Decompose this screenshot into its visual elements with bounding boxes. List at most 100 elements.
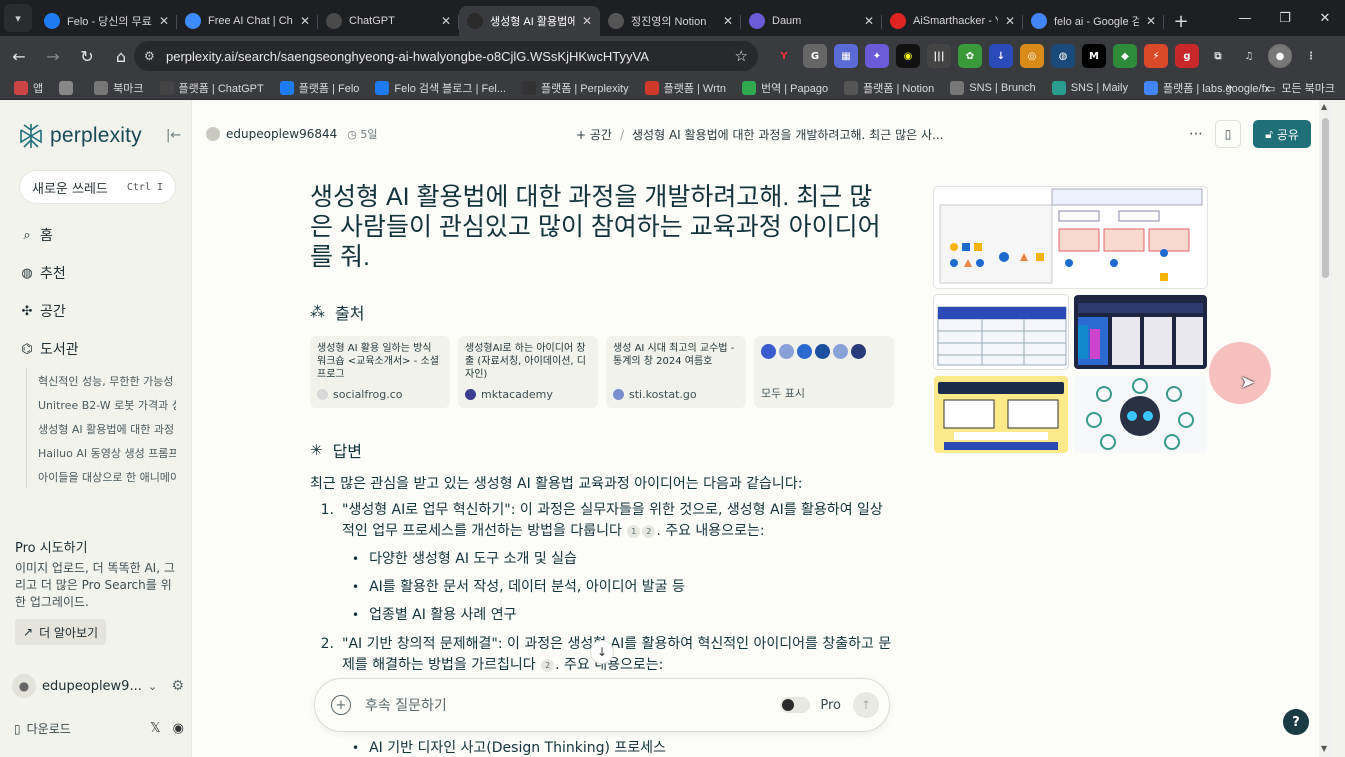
bookmark-item[interactable]: 플랫폼 | labs.google/fx [1143,80,1270,96]
bookmark-button[interactable]: ▯ [1215,120,1241,148]
browser-tab[interactable]: felo ai - Google 검 ✕ [1023,6,1164,36]
result-image[interactable] [1074,376,1207,453]
extension-icon[interactable]: ◎ [1020,44,1044,68]
bookmark-item[interactable]: SNS | Maily [1051,80,1128,96]
sidebar-item-home[interactable]: ⌕ 홈 [20,225,53,245]
extension-icon[interactable]: ◍ [1051,44,1075,68]
download-link[interactable]: 다운로드 [27,720,71,737]
bookmark-item[interactable]: SNS | Brunch [950,80,1036,96]
new-tab-button[interactable]: + [1166,6,1196,36]
profile-avatar[interactable]: ● [1268,44,1292,68]
site-info-icon[interactable]: ⚙ [144,49,166,63]
bookmark-item[interactable] [59,80,78,96]
source-card[interactable]: 생성 AI 시대 최고의 교수법 - 통계의 창 2024 여름호 sti.ko… [606,336,746,408]
browser-tab[interactable]: 정진영의 Notion ✕ [600,6,741,36]
add-attachment-icon[interactable]: + [331,695,351,715]
x-icon[interactable]: 𝕏 [150,721,160,736]
extension-icon[interactable]: ◉ [896,44,920,68]
extension-icon[interactable]: g [1175,44,1199,68]
back-button[interactable]: ← [4,41,34,71]
extension-icon[interactable]: ||| [927,44,951,68]
extension-icon[interactable]: M [1082,44,1106,68]
extension-icon[interactable]: G [803,44,827,68]
extension-icon[interactable]: ✿ [958,44,982,68]
extension-icon[interactable]: ◆ [1113,44,1137,68]
perplexity-logo[interactable]: perplexity [18,122,142,150]
close-tab-icon[interactable]: ✕ [441,14,451,28]
extension-icon[interactable]: Y [772,44,796,68]
puzzle-icon[interactable]: ⧉ [1206,44,1230,68]
scroll-down-arrow[interactable]: ▼ [1321,744,1327,753]
bookmark-item[interactable]: 번역 | Papago [741,80,828,96]
new-thread-button[interactable]: 새로운 쓰레드 Ctrl I [20,171,175,203]
source-card[interactable]: 생성형 AI 활용 일하는 방식 워크숍 <교육소개서> - 소셜프로그 soc… [310,336,450,408]
scroll-up-arrow[interactable]: ▲ [1321,102,1327,111]
bookmark-item[interactable]: 플랫폼 | ChatGPT [159,80,264,96]
add-to-space-button[interactable]: + 공간 [576,126,612,143]
restore-button[interactable]: ❐ [1265,6,1305,30]
bookmark-item[interactable]: 앱 [14,80,43,96]
sidebar-item-library[interactable]: ⌬ 도서관 [20,339,78,359]
followup-input[interactable]: 후속 질문하기 [365,695,780,715]
close-tab-icon[interactable]: ✕ [864,14,874,28]
home-button[interactable]: ⌂ [106,41,136,71]
close-tab-icon[interactable]: ✕ [159,14,169,28]
bookmark-item[interactable]: 플랫폼 | Felo [279,80,359,96]
show-all-sources-button[interactable]: 모두 표시 [754,336,894,408]
gear-icon[interactable]: ⚙ [171,678,184,694]
extension-icon[interactable]: ↓ [989,44,1013,68]
send-button[interactable]: ↑ [853,692,879,718]
bookmark-item[interactable]: 북마크 [94,80,144,96]
media-icon[interactable]: ♫ [1237,44,1261,68]
bookmark-item[interactable]: 플랫폼 | Wrtn [644,80,726,96]
close-tab-icon[interactable]: ✕ [723,14,733,28]
browser-tab[interactable]: ChatGPT ✕ [318,6,459,36]
browser-tab[interactable]: Free AI Chat | Cha ✕ [177,6,318,36]
bookmark-item[interactable]: Felo 검색 블로그 | Fel... [375,80,506,96]
library-thread-item[interactable]: 생성형 AI 활용법에 대한 과정 [27,416,176,440]
browser-tab[interactable]: Felo - 당신의 무료 ✕ [36,6,177,36]
result-image[interactable] [934,376,1068,453]
citation-badge[interactable]: 2 [642,525,656,538]
result-image[interactable] [1074,295,1207,369]
browser-tab[interactable]: AiSmarthacker - Y ✕ [882,6,1023,36]
more-options-icon[interactable]: ⋯ [1189,126,1203,142]
citation-badge[interactable]: 2 [541,659,555,672]
scroll-down-button[interactable]: ↓ [590,640,614,664]
share-button[interactable]: 🔓︎ 공유 [1253,120,1311,148]
extension-icon[interactable]: ⚡ [1144,44,1168,68]
bookmark-star-icon[interactable]: ☆ [735,47,748,65]
more-bookmarks-icon[interactable]: » [1226,80,1233,94]
citation-badge[interactable]: 1 [627,525,641,538]
source-card[interactable]: 생성형AI로 하는 아이디어 창출 (자료서칭, 아이데이션, 디자인) mkt… [458,336,598,408]
browser-tab[interactable]: 생성형 AI 활용법에 ✕ [459,6,600,36]
collapse-sidebar-icon[interactable]: |← [166,128,181,143]
tab-search-button[interactable]: ▾ [4,4,32,32]
result-image[interactable] [934,187,1207,288]
library-thread-item[interactable]: Unitree B2-W 로봇 가격과 성 [27,392,176,416]
close-window-button[interactable]: ✕ [1305,6,1345,30]
url-text[interactable]: perplexity.ai/search/saengseonghyeong-ai… [166,49,735,64]
address-bar[interactable]: ⚙ perplexity.ai/search/saengseonghyeong-… [134,41,758,71]
result-image[interactable] [934,295,1068,369]
library-thread-item[interactable]: 아이들을 대상으로 한 애니메이 [27,464,176,488]
user-menu[interactable]: ● edupeoplew9... ⌄ ⚙ [12,672,184,700]
all-bookmarks[interactable]: ▭ 모든 북마크 [1265,80,1335,96]
reload-button[interactable]: ↻ [72,41,102,71]
sidebar-item-discover[interactable]: ◍ 추천 [20,263,65,283]
scrollbar-thumb[interactable] [1322,118,1329,278]
bookmark-item[interactable]: 플랫폼 | Notion [844,80,934,96]
close-tab-icon[interactable]: ✕ [300,14,310,28]
browser-tab[interactable]: Daum ✕ [741,6,882,36]
library-thread-item[interactable]: 혁신적인 성능, 무한한 가능성 [27,368,176,392]
extension-icon[interactable]: ▦ [834,44,858,68]
library-thread-item[interactable]: Hailuo AI 동영상 생성 프롬프 [27,440,176,464]
help-button[interactable]: ? [1283,709,1309,735]
close-tab-icon[interactable]: ✕ [1146,14,1156,28]
close-tab-icon[interactable]: ✕ [582,14,592,28]
forward-button[interactable]: → [38,41,68,71]
pro-toggle[interactable] [780,697,811,713]
sidebar-item-spaces[interactable]: ✣ 공간 [20,301,66,321]
discord-icon[interactable]: ◉ [173,721,184,736]
learn-more-button[interactable]: ↗ 더 알아보기 [15,619,107,645]
